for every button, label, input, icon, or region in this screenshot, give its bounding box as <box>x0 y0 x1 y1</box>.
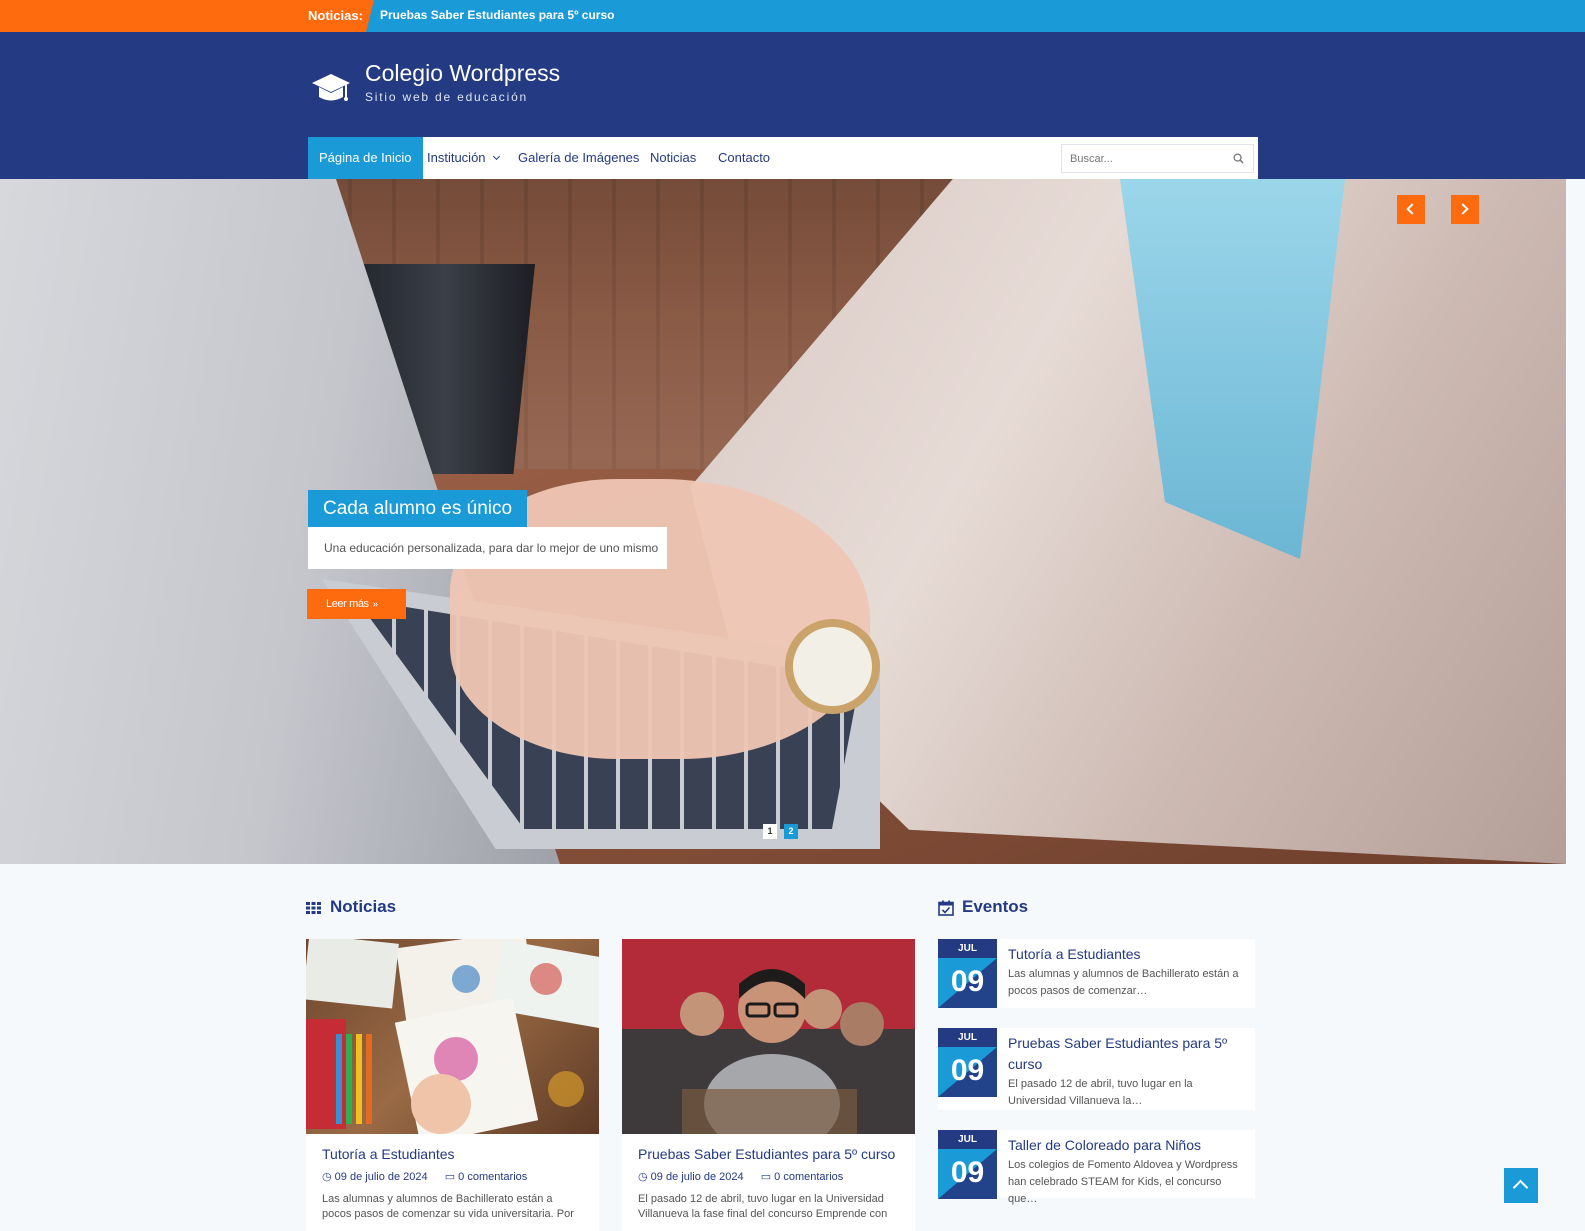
clock-icon: ◷ <box>638 1171 648 1183</box>
calendar-check-icon <box>938 900 954 916</box>
slider-next-button[interactable] <box>1451 195 1479 224</box>
chevron-left-icon <box>1406 203 1418 215</box>
graduation-cap-icon[interactable] <box>311 70 351 106</box>
event-title[interactable]: Tutoría a Estudiantes <box>1008 944 1248 965</box>
back-to-top-button[interactable] <box>1504 1168 1538 1203</box>
site-title[interactable]: Colegio Wordpress <box>365 60 560 87</box>
event-month: JUL <box>938 1130 997 1149</box>
event-title[interactable]: Pruebas Saber Estudiantes para 5º curso <box>1008 1033 1248 1075</box>
comments-icon: ▭ <box>444 1171 456 1183</box>
news-meta: ◷ 09 de julio de 2024 ▭ 0 comentarios <box>638 1170 843 1183</box>
chevron-right-icon <box>1457 203 1469 215</box>
news-title[interactable]: Pruebas Saber Estudiantes para 5º curso <box>638 1146 895 1162</box>
event-date-badge: JUL 09 <box>938 1130 997 1199</box>
news-date: 09 de julio de 2024 <box>650 1171 744 1183</box>
nav-item-contacto[interactable]: Contacto <box>718 137 770 179</box>
news-card[interactable]: Tutoría a Estudiantes ◷ 09 de julio de 2… <box>306 939 599 1231</box>
news-ticker: Noticias: Pruebas Saber Estudiantes para… <box>0 0 1585 32</box>
site-tagline: Sitio web de educación <box>365 90 529 104</box>
event-item[interactable]: JUL 09 Tutoría a Estudiantes Las alumnas… <box>938 939 1255 1008</box>
search-box <box>1061 144 1254 173</box>
chevron-down-icon <box>492 152 500 161</box>
nav-item-inicio[interactable]: Página de Inicio <box>308 137 423 179</box>
events-section-title: Eventos <box>962 897 1029 916</box>
hero-slider <box>0 179 1566 864</box>
nav-item-institucion-label: Institución <box>427 150 486 165</box>
slide-description: Una educación personalizada, para dar lo… <box>308 527 667 569</box>
read-more-label: Leer más <box>326 598 369 610</box>
chevron-up-icon <box>1512 1179 1529 1196</box>
news-section-title: Noticias <box>330 897 397 916</box>
news-excerpt: El pasado 12 de abril, tuvo lugar en la … <box>638 1193 888 1220</box>
event-title[interactable]: Taller de Coloreado para Niños <box>1008 1135 1248 1156</box>
ticker-headline-link[interactable]: Pruebas Saber Estudiantes para 5º curso <box>380 0 614 32</box>
event-month: JUL <box>938 939 997 958</box>
news-card[interactable]: Pruebas Saber Estudiantes para 5º curso … <box>622 939 915 1231</box>
event-date-badge: JUL 09 <box>938 1028 997 1097</box>
event-excerpt: Los colegios de Fomento Aldovea y Wordpr… <box>1008 1159 1238 1205</box>
double-chevron-right-icon: » <box>372 599 379 610</box>
search-icon[interactable] <box>1233 153 1244 164</box>
clock-icon: ◷ <box>322 1171 332 1183</box>
hero-image-watch <box>785 619 880 714</box>
classroom-photo <box>622 939 915 1134</box>
grid-icon <box>306 902 321 914</box>
event-month: JUL <box>938 1028 997 1047</box>
ticker-label: Noticias: <box>308 8 363 23</box>
news-date: 09 de julio de 2024 <box>334 1171 428 1183</box>
slide-title: Cada alumno es único <box>308 490 528 527</box>
comments-icon: ▭ <box>760 1171 772 1183</box>
event-day: 09 <box>950 1156 985 1189</box>
event-date-badge: JUL 09 <box>938 939 997 1008</box>
slider-prev-button[interactable] <box>1397 195 1425 224</box>
nav-item-institucion[interactable]: Institución <box>427 137 500 179</box>
news-title[interactable]: Tutoría a Estudiantes <box>322 1146 455 1162</box>
news-comments[interactable]: 0 comentarios <box>458 1171 527 1183</box>
slider-page-2[interactable]: 2 <box>784 824 798 839</box>
slider-page-1[interactable]: 1 <box>763 824 777 839</box>
nav-item-galeria[interactable]: Galería de Imágenes <box>518 137 639 179</box>
coloring-photo <box>306 939 599 1134</box>
search-input[interactable] <box>1062 145 1222 172</box>
event-excerpt: Las alumnas y alumnos de Bachillerato es… <box>1008 968 1239 997</box>
event-day: 09 <box>950 1054 985 1087</box>
news-image[interactable] <box>306 939 599 1134</box>
nav-item-noticias[interactable]: Noticias <box>650 137 696 179</box>
event-item[interactable]: JUL 09 Pruebas Saber Estudiantes para 5º… <box>938 1028 1255 1110</box>
main-navigation: Página de Inicio Institución Galería de … <box>308 137 1258 179</box>
news-excerpt: Las alumnas y alumnos de Bachillerato es… <box>322 1193 574 1220</box>
event-item[interactable]: JUL 09 Taller de Coloreado para Niños Lo… <box>938 1130 1255 1205</box>
news-image[interactable] <box>622 939 915 1134</box>
news-meta: ◷ 09 de julio de 2024 ▭ 0 comentarios <box>322 1170 527 1183</box>
read-more-button[interactable]: Leer más» <box>307 589 406 619</box>
event-excerpt: El pasado 12 de abril, tuvo lugar en la … <box>1008 1078 1193 1107</box>
news-comments[interactable]: 0 comentarios <box>774 1171 843 1183</box>
event-day: 09 <box>950 965 985 998</box>
